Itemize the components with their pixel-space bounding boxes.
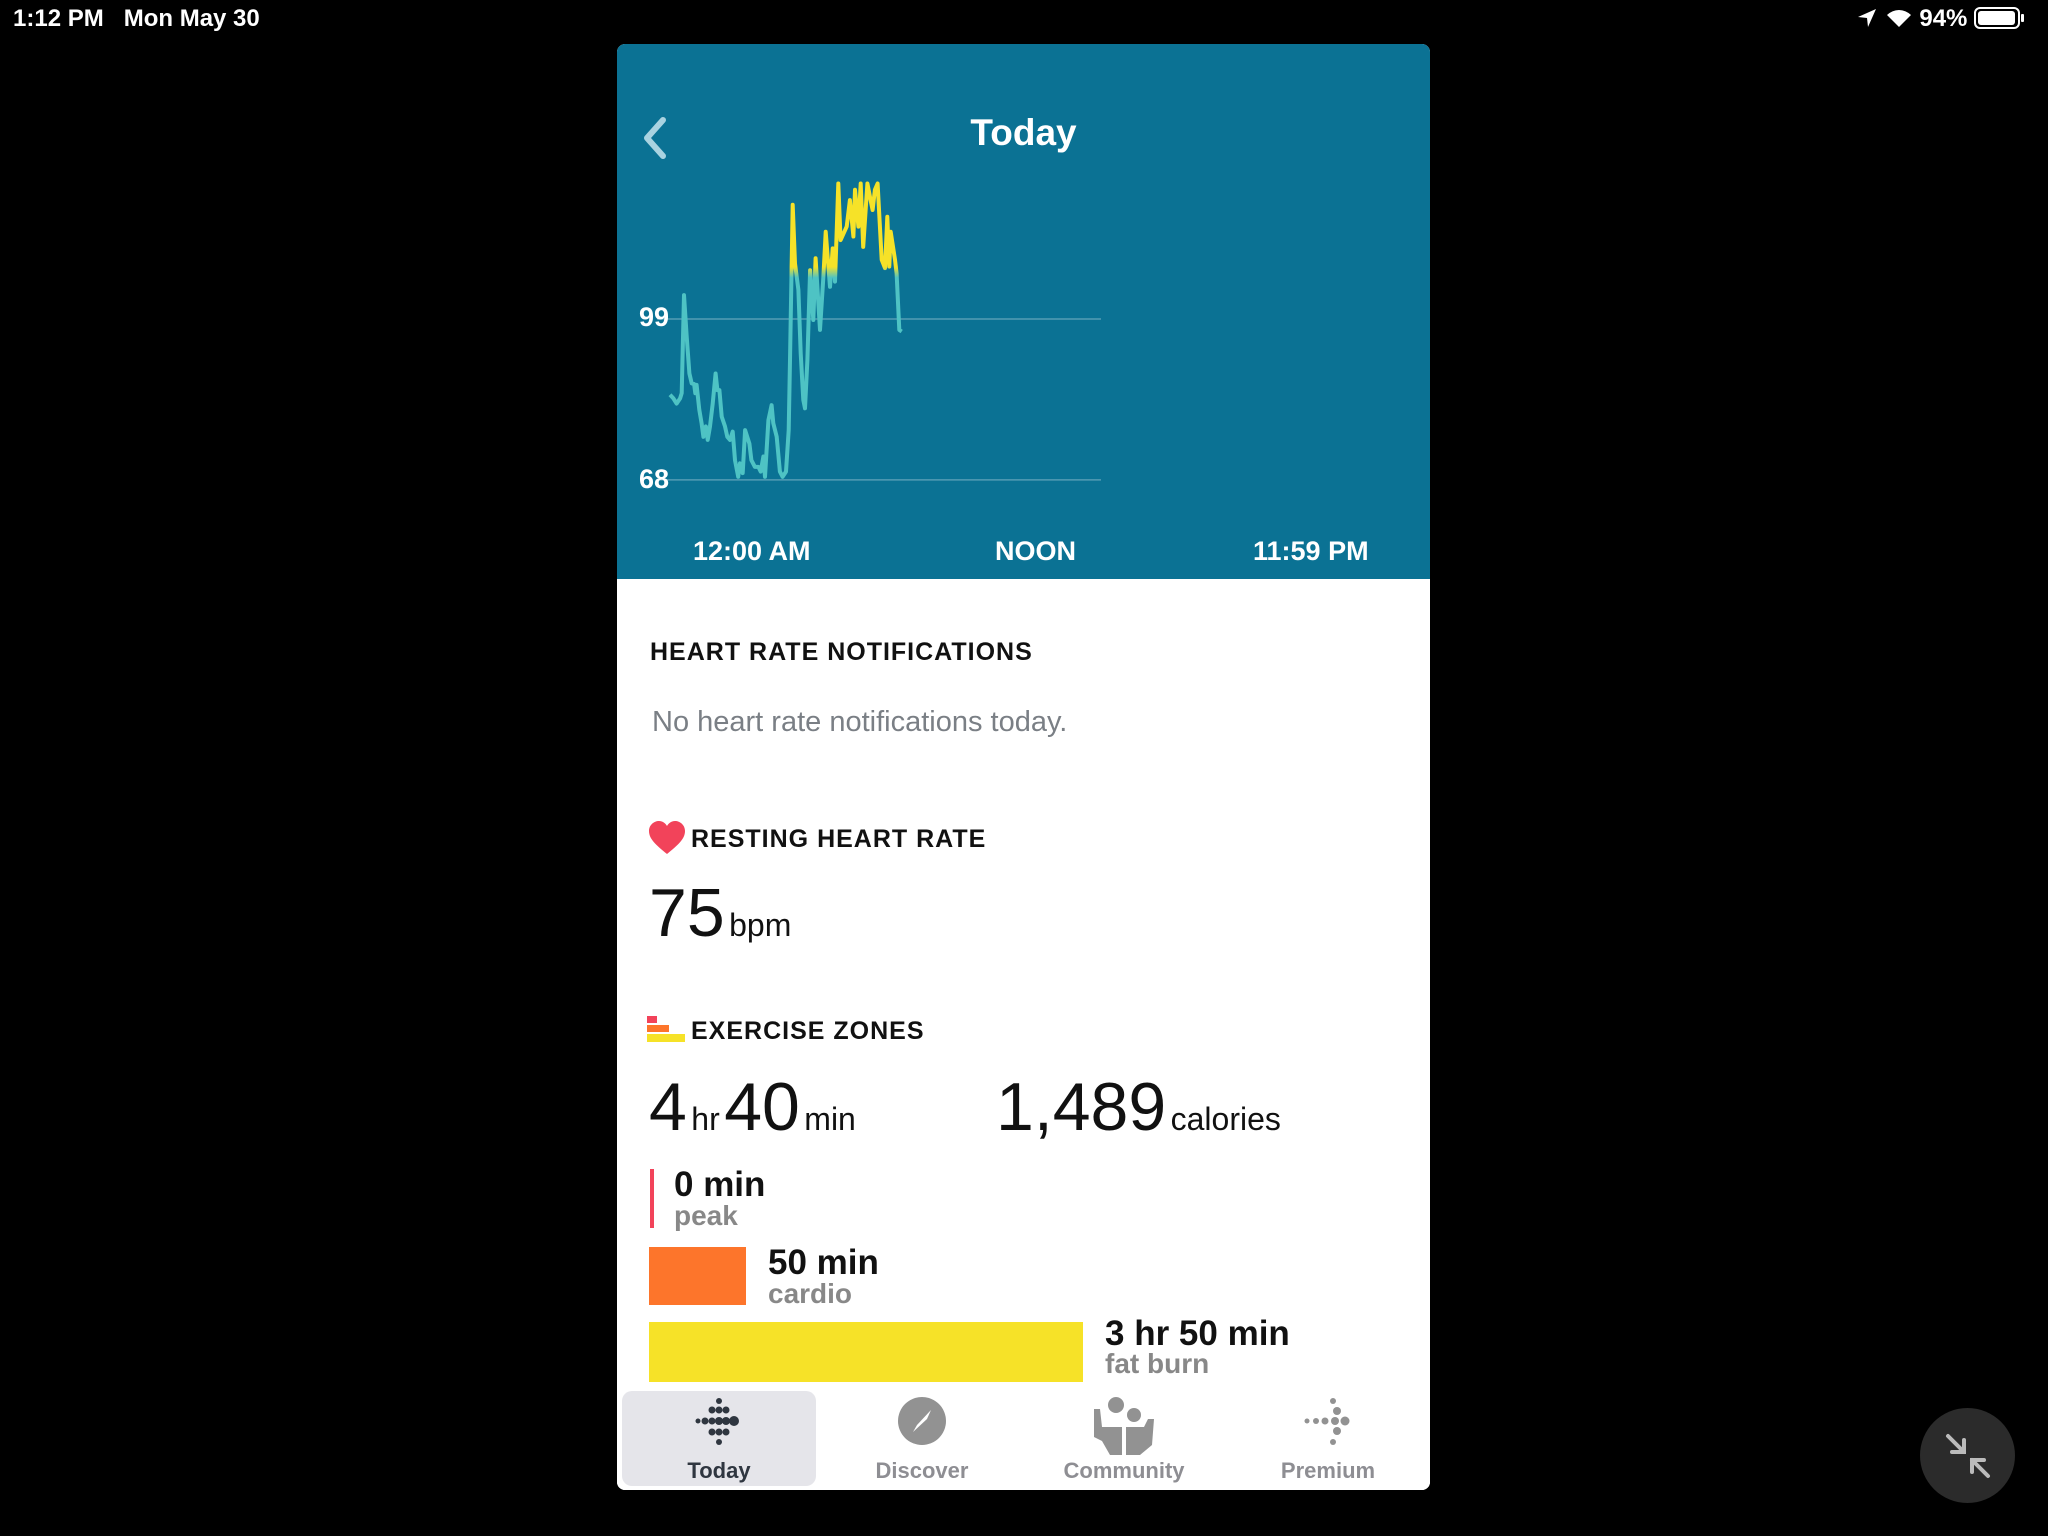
chart-header: Today 99 68 12:00 AM NOON 11:59 PM xyxy=(617,44,1430,579)
resting-value: 75 bpm xyxy=(649,874,791,952)
status-time: 1:12 PM Mon May 30 xyxy=(13,5,260,33)
collapse-button[interactable] xyxy=(1920,1408,2015,1503)
resting-unit: bpm xyxy=(729,907,792,943)
peak-value: 0 min xyxy=(674,1165,766,1204)
tab-community[interactable]: Community xyxy=(1027,1391,1221,1486)
battery-percent: 94% xyxy=(1919,5,1968,32)
x-tick-start: 12:00 AM xyxy=(693,536,811,566)
resting-bpm: 75 xyxy=(649,875,725,951)
time: 1:12 PM xyxy=(13,5,104,32)
heart-icon xyxy=(649,821,685,854)
heart-rate-line xyxy=(668,181,903,479)
x-tick-noon: NOON xyxy=(995,536,1076,566)
notifications-message: No heart rate notifications today. xyxy=(652,706,1068,738)
hours: 4 xyxy=(649,1069,687,1145)
premium-dots-icon xyxy=(1304,1398,1350,1445)
fat-burn-bar xyxy=(649,1322,1083,1382)
tab-discover-label: Discover xyxy=(875,1458,969,1483)
fat-burn-label: fat burn xyxy=(1105,1348,1210,1379)
cardio-value: 50 min xyxy=(768,1243,879,1282)
minutes-unit: min xyxy=(804,1101,856,1137)
peak-bar xyxy=(650,1169,654,1228)
tab-bar: Today Discover Community Premium xyxy=(617,1384,1430,1490)
compass-icon xyxy=(898,1397,946,1445)
zone-calories: 1,489 calories xyxy=(996,1068,1281,1146)
tab-today-label: Today xyxy=(687,1458,751,1483)
y-tick-68: 68 xyxy=(639,464,670,494)
minutes: 40 xyxy=(724,1069,800,1145)
fitbit-dots-icon xyxy=(695,1398,739,1445)
exercise-zones-icon xyxy=(647,1016,685,1042)
wifi-icon xyxy=(1886,10,1911,27)
notifications-heading: HEART RATE NOTIFICATIONS xyxy=(650,638,1033,666)
zones-heading: EXERCISE ZONES xyxy=(691,1017,925,1045)
heart-rate-card: Today 99 68 12:00 AM NOON 11:59 PM HEART… xyxy=(617,44,1430,1490)
tab-discover[interactable]: Discover xyxy=(825,1391,1019,1486)
hours-unit: hr xyxy=(691,1101,720,1137)
tab-premium-label: Premium xyxy=(1280,1458,1376,1483)
y-tick-99: 99 xyxy=(639,302,670,332)
heart-rate-chart[interactable] xyxy=(617,44,1430,579)
tab-premium[interactable]: Premium xyxy=(1231,1391,1425,1486)
date: Mon May 30 xyxy=(123,5,260,32)
tab-today[interactable]: Today xyxy=(622,1391,816,1486)
calories-value: 1,489 xyxy=(996,1069,1167,1145)
community-icon xyxy=(1094,1397,1154,1455)
x-tick-end: 11:59 PM xyxy=(1253,536,1369,566)
location-icon xyxy=(1858,9,1876,27)
collapse-arrows-icon xyxy=(1946,1434,1990,1478)
calories-unit: calories xyxy=(1170,1101,1281,1137)
status-right: 94% xyxy=(1856,5,2026,33)
cardio-label: cardio xyxy=(768,1278,853,1309)
zone-duration: 4 hr 40 min xyxy=(649,1068,856,1146)
cardio-bar xyxy=(649,1247,746,1305)
tab-community-label: Community xyxy=(1063,1458,1185,1483)
peak-label: peak xyxy=(674,1200,738,1231)
resting-heading: RESTING HEART RATE xyxy=(691,825,987,853)
battery-icon xyxy=(1974,7,2025,29)
